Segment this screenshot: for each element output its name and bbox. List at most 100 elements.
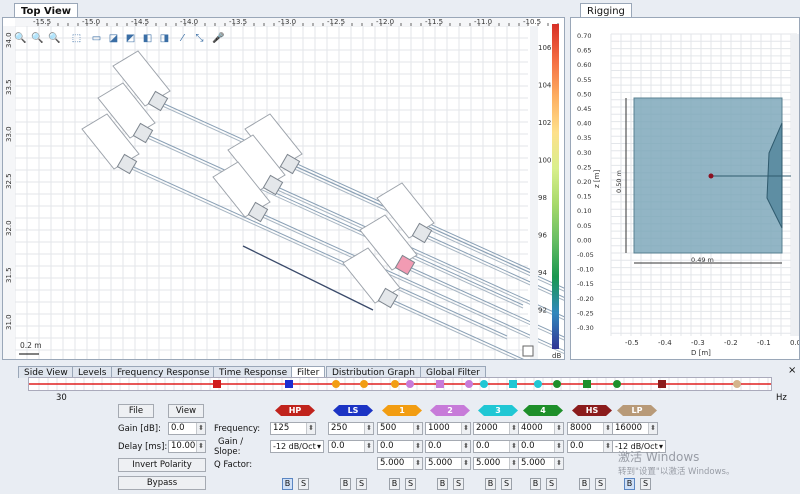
band-hs-frequency-input[interactable]: 8000 — [567, 422, 613, 435]
band-3-gain-input[interactable]: 0.0 — [473, 440, 519, 453]
band-hp-tab[interactable]: HP — [275, 405, 315, 416]
band-hs-gain-input[interactable]: 0.0 — [567, 440, 613, 453]
y-tick-label: 33.0 — [5, 126, 13, 142]
band-hp-bypass-button[interactable]: B — [282, 478, 293, 490]
filter-marker — [480, 380, 488, 388]
band-4-q-input[interactable]: 5.000 — [518, 457, 564, 470]
band-ls-bypass-button[interactable]: B — [340, 478, 351, 490]
zoom-fit-icon[interactable]: 🔍 — [48, 32, 61, 45]
band-lp-bypass-button[interactable]: B — [624, 478, 635, 490]
view-shape-1-icon[interactable]: ◪ — [107, 32, 120, 45]
filter-marker — [613, 380, 621, 388]
rigging-y-tick: -0.20 — [577, 295, 594, 303]
band-1-frequency-input[interactable]: 500 — [377, 422, 423, 435]
bypass-button[interactable]: Bypass — [118, 476, 206, 490]
top-view-canvas[interactable]: -15.5 -15.0 -14.5 -14.0 -13.5 -13.0 -12.5 -12.0… — [3, 18, 564, 359]
windows-watermark: 激活 Windows 转到"设置"以激活 Windows。 — [618, 448, 734, 477]
colorbar-tick-label: 102 — [538, 119, 551, 127]
band-3-frequency-input[interactable]: 2000 — [473, 422, 519, 435]
filter-marker — [436, 380, 444, 388]
measure-icon[interactable]: ⤡ — [193, 32, 206, 45]
band-2-gain-input[interactable]: 0.0 — [425, 440, 471, 453]
band-3-solo-button[interactable]: S — [501, 478, 512, 490]
band-1-gain-input[interactable]: 0.0 — [377, 440, 423, 453]
band-2-solo-button[interactable]: S — [453, 478, 464, 490]
band-3-q-input[interactable]: 5.000 — [473, 457, 519, 470]
select-area-icon[interactable]: ⬚ — [70, 32, 83, 45]
colorbar-tick-label: 100 — [538, 157, 551, 165]
band-2-q-input[interactable]: 5.000 — [425, 457, 471, 470]
rigging-scrollbar — [791, 34, 799, 336]
gain-input[interactable]: 0.0 — [168, 422, 206, 435]
filter-marker — [553, 380, 561, 388]
band-ls-frequency-input[interactable]: 250 — [328, 422, 374, 435]
band-ls-tab[interactable]: LS — [333, 405, 373, 416]
freq-axis-unit: Hz — [776, 393, 787, 403]
band-hs-bypass-button[interactable]: B — [579, 478, 590, 490]
y-tick-label: 33.5 — [5, 79, 13, 95]
band-1-q-input[interactable]: 5.000 — [377, 457, 423, 470]
band-hp-frequency-input[interactable]: 125 — [270, 422, 316, 435]
view-box-icon[interactable]: ▭ — [90, 32, 103, 45]
y-tick-label: 31.0 — [5, 314, 13, 330]
band-1-tab[interactable]: 1 — [382, 405, 422, 416]
probe-icon[interactable]: ⁄ — [176, 32, 189, 45]
filter-marker — [285, 380, 293, 388]
colorbar-unit-label: dB — [552, 352, 561, 359]
rigging-y-tick: 0.50 — [577, 90, 591, 98]
view-shape-3-icon[interactable]: ◧ — [141, 32, 154, 45]
band-hp-solo-button[interactable]: S — [298, 478, 309, 490]
view-shape-2-icon[interactable]: ◩ — [124, 32, 137, 45]
band-4-tab[interactable]: 4 — [523, 405, 563, 416]
corner-icon — [522, 345, 534, 357]
band-hs-solo-button[interactable]: S — [595, 478, 606, 490]
band-lp-frequency-input[interactable]: 16000 — [612, 422, 658, 435]
rigging-y-tick: 0.00 — [577, 236, 591, 244]
band-1-bypass-button[interactable]: B — [389, 478, 400, 490]
rigging-x-axis-label: D [m] — [691, 349, 711, 357]
view-button[interactable]: View — [168, 404, 204, 418]
rigging-y-tick: 0.30 — [577, 149, 591, 157]
band-lp-solo-button[interactable]: S — [640, 478, 651, 490]
rigging-y-tick: 0.65 — [577, 47, 591, 55]
delay-label: Delay [ms]: — [118, 442, 168, 452]
band-2-tab[interactable]: 2 — [430, 405, 470, 416]
view-shape-4-icon[interactable]: ◨ — [158, 32, 171, 45]
colorbar-tick-label: 98 — [538, 194, 547, 202]
band-lp-tab[interactable]: LP — [617, 405, 657, 416]
band-4-solo-button[interactable]: S — [546, 478, 557, 490]
delay-input[interactable]: 10.000 — [168, 440, 206, 453]
invert-polarity-button[interactable]: Invert Polarity — [118, 458, 206, 472]
rigging-y-tick: 0.05 — [577, 222, 591, 230]
band-2-frequency-input[interactable]: 1000 — [425, 422, 471, 435]
y-tick-label: 34.0 — [5, 32, 13, 48]
band-3-tab[interactable]: 3 — [478, 405, 518, 416]
rigging-y-tick: 0.45 — [577, 105, 591, 113]
band-hp-slope-select[interactable]: -12 dB/Oct — [270, 440, 324, 453]
rigging-x-tick: -0.2 — [724, 339, 738, 347]
band-hs-tab[interactable]: HS — [572, 405, 612, 416]
rigging-y-axis-label: z [m] — [593, 170, 601, 188]
band-4-frequency-input[interactable]: 4000 — [518, 422, 564, 435]
band-4-gain-input[interactable]: 0.0 — [518, 440, 564, 453]
band-4-bypass-button[interactable]: B — [530, 478, 541, 490]
rigging-y-tick: 0.55 — [577, 76, 591, 84]
scale-label: 0.2 m — [20, 341, 42, 350]
band-ls-solo-button[interactable]: S — [356, 478, 367, 490]
file-button[interactable]: File — [118, 404, 154, 418]
frequency-strip[interactable] — [28, 377, 772, 391]
filter-marker — [360, 380, 368, 388]
microphone-icon[interactable]: 🎤 — [212, 32, 225, 45]
q-factor-label: Q Factor: — [214, 460, 253, 470]
rigging-canvas[interactable]: 0.70 0.65 0.60 0.55 0.50 0.45 0.40 0.35 0.30 0.25… — [571, 18, 799, 359]
width-dimension-label: 0.49 m — [691, 256, 714, 264]
zoom-in-icon[interactable]: 🔍 — [14, 32, 27, 45]
band-ls-gain-input[interactable]: 0.0 — [328, 440, 374, 453]
band-1-solo-button[interactable]: S — [405, 478, 416, 490]
band-3-bypass-button[interactable]: B — [485, 478, 496, 490]
filter-marker — [534, 380, 542, 388]
band-2-bypass-button[interactable]: B — [437, 478, 448, 490]
y-ruler — [3, 26, 15, 359]
zoom-out-icon[interactable]: 🔍 — [31, 32, 44, 45]
close-panel-icon[interactable]: × — [788, 365, 796, 376]
